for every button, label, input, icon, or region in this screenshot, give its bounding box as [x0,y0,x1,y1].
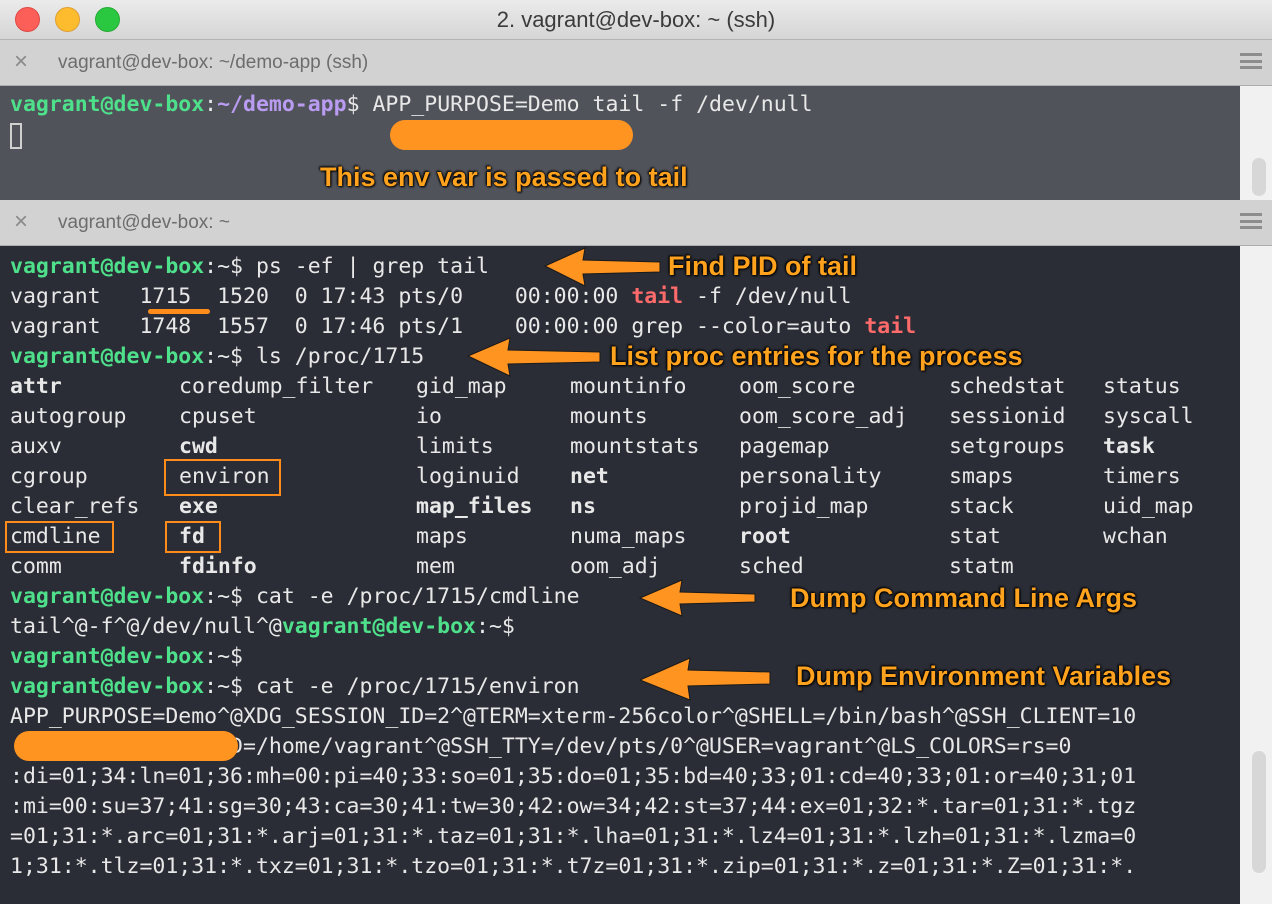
arrow-dump-cmdline [638,579,756,617]
arrow-dump-env [638,657,771,701]
annotation-list-proc: List proc entries for the process [610,341,1023,371]
arrow-find-pid [543,247,661,287]
annotation-find-pid: Find PID of tail [668,251,857,281]
annotation-arrows [466,247,771,701]
annotation-dump-env: Dump Environment Variables [796,661,1172,691]
annotation-env-passed: This env var is passed to tail [320,162,688,192]
terminal-window: 2. vagrant@dev-box: ~ (ssh) × vagrant@de… [0,0,1272,904]
arrow-list-proc [466,337,601,377]
annotation-dump-cmdline: Dump Command Line Args [790,583,1138,613]
